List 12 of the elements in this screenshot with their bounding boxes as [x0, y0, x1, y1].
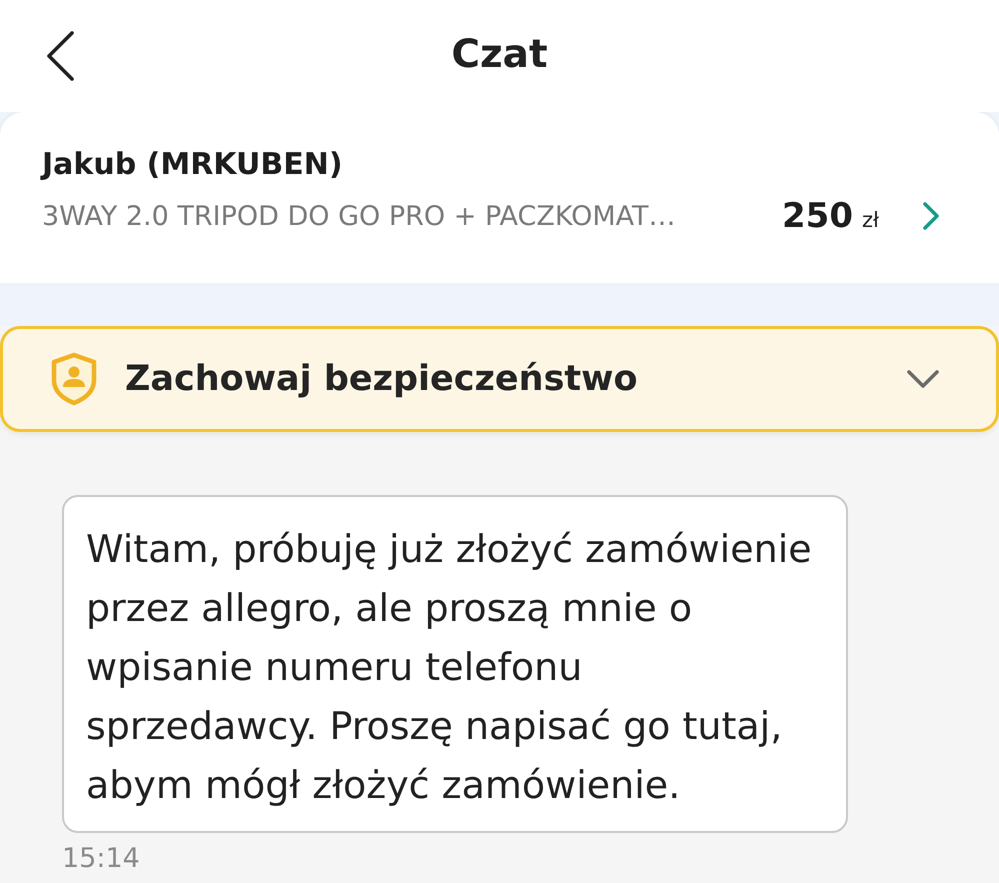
listing-card[interactable]: Jakub (MRKUBEN) 3WAY 2.0 TRIPOD DO GO PRO + PACZKOMAT… 250 zł	[0, 112, 999, 283]
item-title: 3WAY 2.0 TRIPOD DO GO PRO + PACZKOMAT…	[42, 200, 676, 232]
screen-title: Czat	[451, 32, 548, 76]
message-bubble: Witam, próbuję już złożyć zamówienie przez allegro, ale proszą mnie o wpisanie numeru telefonu sprzedawcy. Proszę napisać go tutaj, abym mógł złożyć zamówienie.	[62, 495, 848, 833]
shield-person-icon	[50, 352, 98, 406]
seller-name: Jakub (MRKUBEN)	[42, 146, 344, 184]
price: 250	[782, 196, 853, 236]
safety-banner[interactable]: Zachowaj bezpieczeństwo	[0, 326, 999, 432]
currency: zł	[862, 208, 879, 232]
chevron-left-icon	[45, 31, 75, 81]
chevron-right-icon	[921, 201, 941, 231]
message-time: 15:14	[62, 843, 141, 875]
